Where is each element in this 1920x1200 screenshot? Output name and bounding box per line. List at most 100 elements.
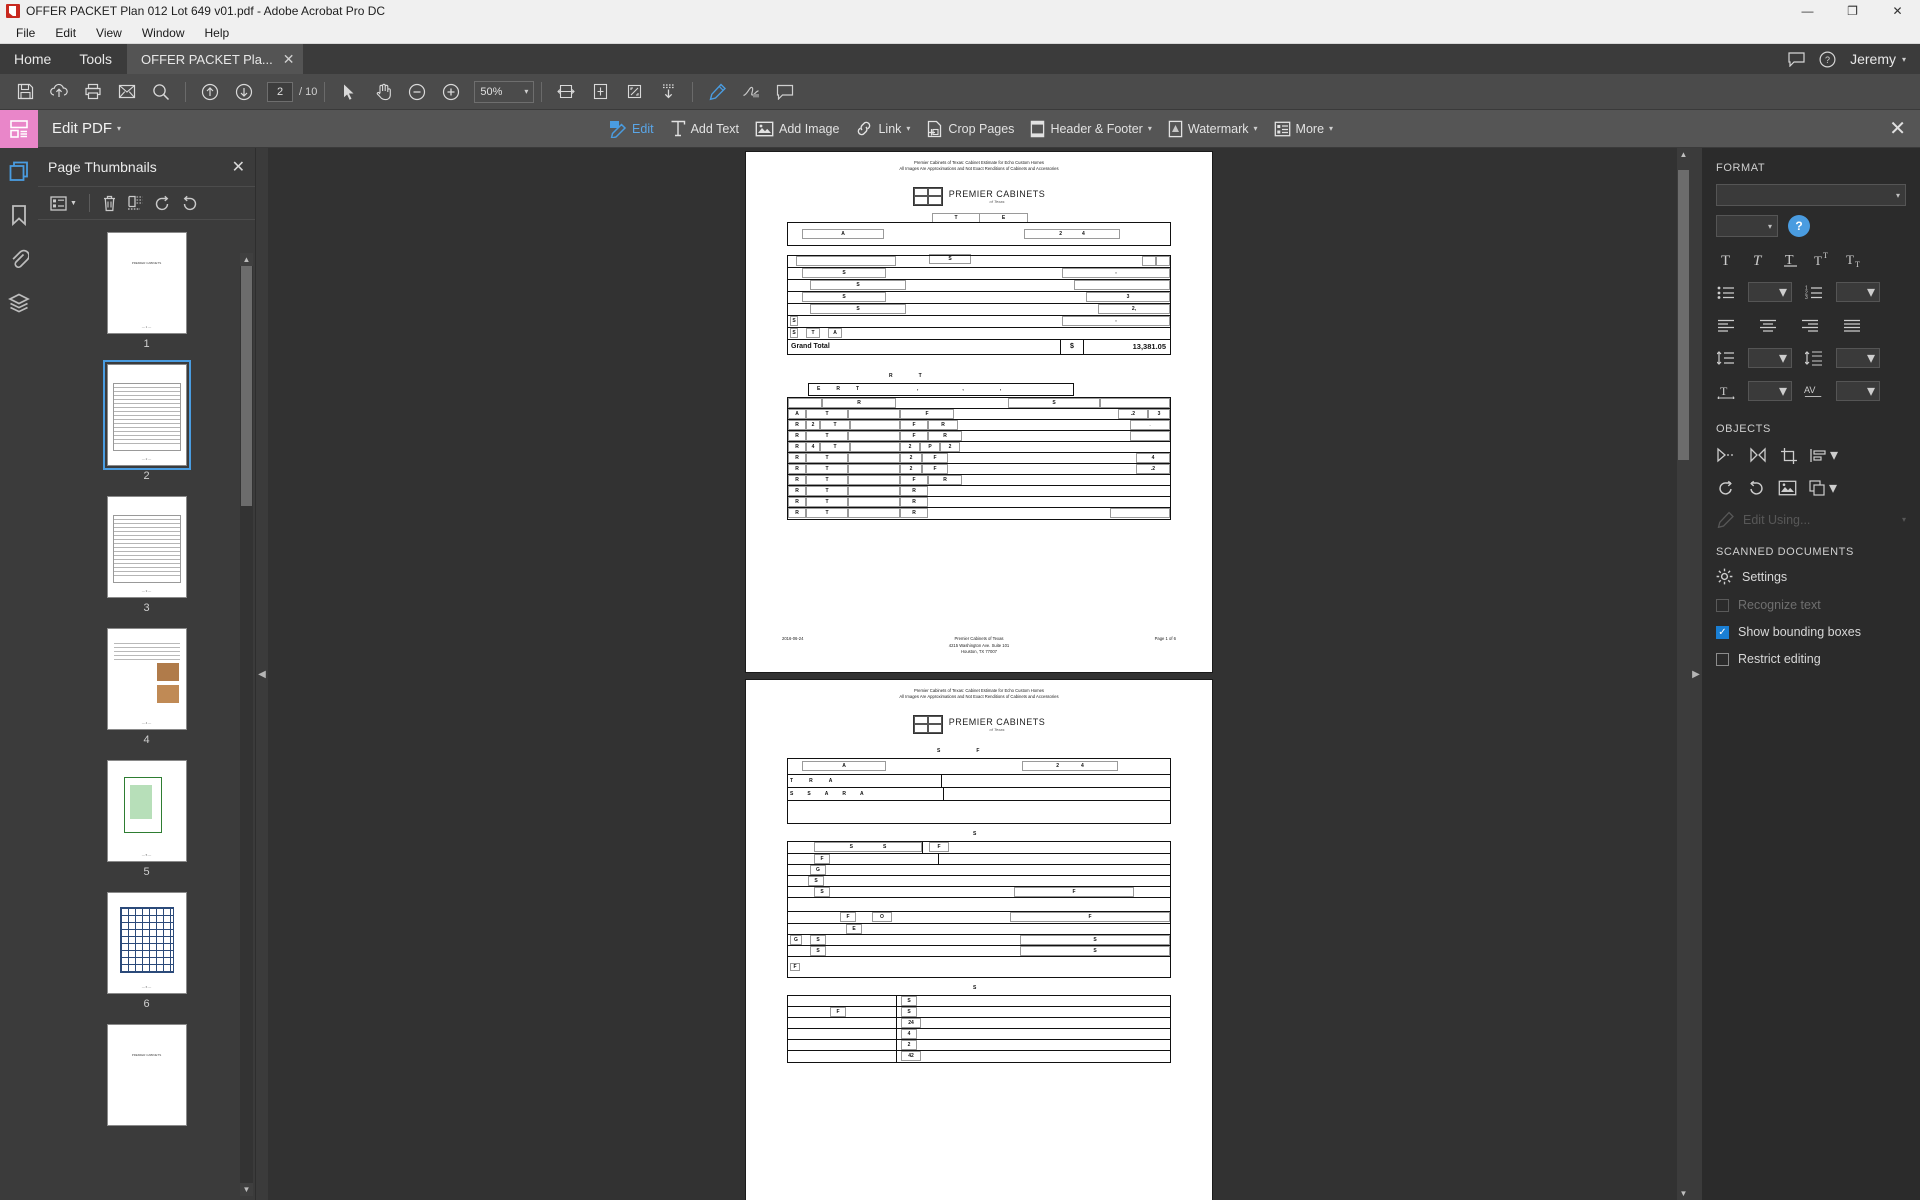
thumbnails-scroll-down-icon[interactable]: ▼: [240, 1183, 253, 1196]
attachments-icon[interactable]: [6, 246, 32, 272]
align-objects-icon[interactable]: ▾: [1810, 445, 1838, 465]
save-icon[interactable]: [8, 77, 42, 107]
hand-icon[interactable]: [366, 77, 400, 107]
paragraph-spacing-dropdown[interactable]: ▾: [1836, 348, 1880, 368]
tab-document-close-icon[interactable]: ✕: [283, 52, 295, 66]
more-tool-button[interactable]: More ▾: [1267, 116, 1341, 142]
page-thumbnail-4[interactable]: — 4 — 4: [38, 628, 255, 746]
email-icon[interactable]: [110, 77, 144, 107]
bold-icon[interactable]: T: [1716, 249, 1736, 269]
document-scroll-down-icon[interactable]: ▼: [1677, 1187, 1690, 1200]
recognize-text-row[interactable]: Recognize text: [1716, 598, 1906, 612]
character-spacing-dropdown[interactable]: ▾: [1836, 381, 1880, 401]
underline-icon[interactable]: T: [1780, 249, 1800, 269]
document-page-1[interactable]: Premier Cabinets of Texas: Cabinet Estim…: [746, 152, 1212, 672]
add-image-tool-button[interactable]: Add Image: [748, 116, 846, 142]
close-edit-toolbar-icon[interactable]: ✕: [1889, 119, 1906, 139]
flip-vertical-icon[interactable]: [1748, 447, 1768, 463]
horizontal-scale-icon[interactable]: T: [1716, 381, 1736, 401]
add-text-tool-button[interactable]: Add Text: [663, 115, 746, 142]
edit-pdf-panel-icon[interactable]: [0, 110, 38, 148]
layers-icon[interactable]: [6, 290, 32, 316]
document-scrollbar[interactable]: ▲ ▼: [1677, 148, 1690, 1200]
rotate-clockwise-icon[interactable]: [181, 195, 198, 211]
replace-image-icon[interactable]: [1778, 480, 1797, 496]
comment-icon[interactable]: [768, 77, 802, 107]
horizontal-scale-dropdown[interactable]: ▾: [1748, 381, 1792, 401]
menu-help[interactable]: Help: [195, 24, 240, 42]
settings-row[interactable]: Settings: [1716, 568, 1906, 585]
thumbnails-scrollbar[interactable]: ▲ ▼: [240, 266, 253, 1196]
page-thumbnails-icon[interactable]: [6, 158, 32, 184]
paragraph-spacing-icon[interactable]: [1804, 348, 1824, 368]
font-family-dropdown[interactable]: ▾: [1716, 184, 1906, 206]
zoom-level-dropdown[interactable]: 50% ▾: [474, 81, 534, 103]
fit-page-icon[interactable]: [583, 77, 617, 107]
document-scrollbar-thumb[interactable]: [1678, 170, 1689, 460]
recognize-text-checkbox[interactable]: [1716, 599, 1729, 612]
previous-page-icon[interactable]: [193, 77, 227, 107]
numbered-list-icon[interactable]: 123: [1804, 282, 1824, 302]
header-footer-tool-button[interactable]: Header & Footer ▾: [1023, 115, 1158, 143]
numbered-list-dropdown[interactable]: ▾: [1836, 282, 1880, 302]
menu-view[interactable]: View: [86, 24, 132, 42]
tab-tools[interactable]: Tools: [65, 44, 126, 74]
page-thumbnail-7[interactable]: PREMIER CABINETS: [38, 1024, 255, 1126]
zoom-in-icon[interactable]: [434, 77, 468, 107]
help-icon[interactable]: ?: [1788, 215, 1810, 237]
page-thumbnail-1[interactable]: PREMIER CABINETS — 1 — 1: [38, 232, 255, 350]
restrict-editing-row[interactable]: Restrict editing: [1716, 652, 1906, 666]
arrange-icon[interactable]: ▾: [1809, 478, 1837, 498]
next-page-icon[interactable]: [227, 77, 261, 107]
minimize-button[interactable]: —: [1785, 0, 1830, 22]
thumbnails-scroll-up-icon[interactable]: ▲: [240, 253, 253, 266]
italic-icon[interactable]: T: [1748, 249, 1768, 269]
edit-pdf-title[interactable]: Edit PDF ▾: [52, 120, 121, 137]
page-thumbnail-3[interactable]: — 3 — 3: [38, 496, 255, 614]
cloud-upload-icon[interactable]: [42, 77, 76, 107]
tab-home[interactable]: Home: [0, 44, 65, 74]
align-right-icon[interactable]: [1800, 315, 1820, 335]
page-number-input[interactable]: 2: [267, 82, 293, 102]
character-spacing-icon[interactable]: AV: [1804, 381, 1824, 401]
extract-pages-icon[interactable]: [127, 195, 144, 211]
collapse-right-panel-handle[interactable]: ▶: [1690, 148, 1702, 1200]
zoom-out-icon[interactable]: [400, 77, 434, 107]
delete-pages-icon[interactable]: [102, 195, 117, 212]
page-thumbnail-5[interactable]: — 5 — 5: [38, 760, 255, 878]
rotate-counterclockwise-icon[interactable]: [154, 195, 171, 211]
align-center-icon[interactable]: [1758, 315, 1778, 335]
menu-file[interactable]: File: [6, 24, 45, 42]
edit-tool-button[interactable]: Edit: [601, 114, 661, 143]
collapse-left-panel-handle[interactable]: ◀: [256, 148, 268, 1200]
sign-icon[interactable]: [734, 77, 768, 107]
bullet-list-dropdown[interactable]: ▾: [1748, 282, 1792, 302]
align-justify-icon[interactable]: [1842, 315, 1862, 335]
line-spacing-icon[interactable]: [1716, 348, 1736, 368]
fit-width-icon[interactable]: [549, 77, 583, 107]
link-tool-button[interactable]: Link ▾: [848, 115, 917, 142]
flip-horizontal-icon[interactable]: [1716, 447, 1736, 463]
user-menu[interactable]: Jeremy ▾: [1850, 51, 1906, 67]
document-page-2[interactable]: Premier Cabinets of Texas: Cabinet Estim…: [746, 680, 1212, 1200]
bullet-list-icon[interactable]: [1716, 282, 1736, 302]
restrict-editing-checkbox[interactable]: [1716, 653, 1729, 666]
edit-using-row[interactable]: Edit Using... ▾: [1716, 511, 1906, 528]
tab-document[interactable]: OFFER PACKET Pla... ✕: [126, 44, 302, 74]
close-thumbnails-icon[interactable]: ✕: [232, 157, 245, 177]
font-size-dropdown[interactable]: ▾: [1716, 215, 1778, 237]
subscript-icon[interactable]: TT: [1844, 249, 1864, 269]
watermark-tool-button[interactable]: Watermark ▾: [1161, 115, 1265, 143]
crop-icon[interactable]: [1780, 447, 1798, 464]
menu-window[interactable]: Window: [132, 24, 195, 42]
rotate-ccw-icon[interactable]: [1716, 480, 1735, 496]
print-icon[interactable]: [76, 77, 110, 107]
rotate-cw-icon[interactable]: [1747, 480, 1766, 496]
scroll-down-icon[interactable]: [651, 77, 685, 107]
menu-edit[interactable]: Edit: [45, 24, 86, 42]
bookmarks-icon[interactable]: [6, 202, 32, 228]
document-scroll-up-icon[interactable]: ▲: [1677, 148, 1690, 161]
share-comment-icon[interactable]: [1788, 52, 1805, 67]
superscript-icon[interactable]: TT: [1812, 249, 1832, 269]
page-view-options-icon[interactable]: ▼: [50, 196, 77, 211]
